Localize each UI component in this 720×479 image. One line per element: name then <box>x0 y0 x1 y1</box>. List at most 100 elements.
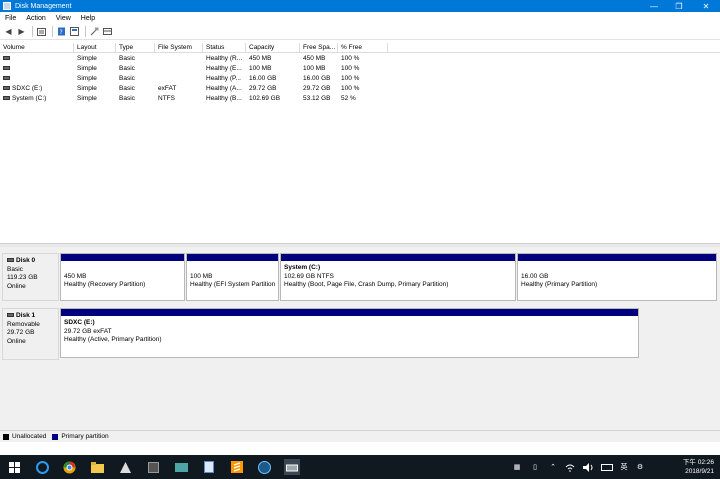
disk-name: Disk 1 <box>7 312 54 321</box>
input-method-indicator[interactable]: 英 <box>619 455 629 479</box>
list-icon[interactable] <box>36 26 47 37</box>
partition-info: SDXC (E:) 29.72 GB exFAT Healthy (Active… <box>61 316 638 345</box>
column-percent-free[interactable]: % Free <box>338 43 388 53</box>
partition-primary-16gb[interactable]: 16.00 GB Healthy (Primary Partition) <box>517 253 717 301</box>
primary-partition-bar <box>187 254 278 261</box>
partition-system-c[interactable]: System (C:) 102.69 GB NTFS Healthy (Boot… <box>280 253 516 301</box>
maximize-button[interactable]: ❐ <box>667 0 691 12</box>
partition-status: Healthy (EFI System Partition <box>190 281 276 288</box>
status-cell: Healthy (A... <box>206 85 242 92</box>
app-icon[interactable] <box>256 459 272 475</box>
menu-file[interactable]: File <box>0 15 21 22</box>
disk-1-label[interactable]: Disk 1 Removable 29.72 GB Online <box>2 308 59 360</box>
volume-name: System (C:) <box>12 95 47 102</box>
column-file-system[interactable]: File System <box>155 43 203 53</box>
partition-size: 100 MB <box>190 272 213 280</box>
system-clock[interactable]: 下午 02:26 2018/9/21 <box>683 458 714 476</box>
show-hidden-icons-icon[interactable]: ⌃ <box>548 455 558 479</box>
chrome-icon[interactable] <box>61 459 77 475</box>
primary-partition-bar <box>518 254 716 261</box>
file-explorer-icon[interactable] <box>89 459 105 475</box>
table-row[interactable]: Simple Basic Healthy (R... 450 MB 450 MB… <box>0 54 720 64</box>
close-button[interactable]: ✕ <box>694 0 718 12</box>
start-icon[interactable] <box>6 459 22 475</box>
disk-management-icon[interactable] <box>284 459 300 475</box>
partition-size: 450 MB <box>64 272 87 280</box>
volume-cell <box>0 64 74 74</box>
volume-cell: SDXC (E:) <box>0 84 74 94</box>
drive-icon <box>3 86 10 91</box>
percent-free-cell: 100 % <box>341 85 360 92</box>
volume-cell <box>0 74 74 84</box>
partition-info: 450 MB Healthy (Recovery Partition) <box>61 261 184 290</box>
menu-action[interactable]: Action <box>21 15 50 22</box>
layout-cell: Simple <box>77 55 97 62</box>
table-row[interactable]: Simple Basic Healthy (E... 100 MB 100 MB… <box>0 64 720 74</box>
table-row[interactable]: Simple Basic Healthy (P... 16.00 GB 16.0… <box>0 74 720 84</box>
partition-size: 16.00 GB <box>521 272 549 280</box>
clock-time: 下午 02:26 <box>682 459 714 466</box>
free-space-cell: 450 MB <box>303 55 326 62</box>
free-space-cell: 100 MB <box>303 65 326 72</box>
disk-0-label[interactable]: Disk 0 Basic 119.23 GB Online <box>2 253 59 301</box>
capacity-cell: 102.69 GB <box>249 95 281 102</box>
app-icon[interactable] <box>201 459 217 475</box>
layout-cell: Simple <box>77 95 97 102</box>
layout-cell: Simple <box>77 65 97 72</box>
percent-free-cell: 100 % <box>341 65 360 72</box>
help-icon[interactable]: ? <box>56 26 67 37</box>
volume-cell <box>0 54 74 64</box>
app-icon[interactable] <box>117 459 133 475</box>
properties-icon[interactable] <box>69 26 80 37</box>
people-icon[interactable]: ▦ <box>512 455 522 479</box>
table-row[interactable]: SDXC (E:) Simple Basic exFAT Healthy (A.… <box>0 84 720 94</box>
free-space-cell: 16.00 GB <box>303 75 331 82</box>
type-cell: Basic <box>119 55 135 62</box>
free-space-cell: 29.72 GB <box>303 85 331 92</box>
app-icon[interactable] <box>145 459 161 475</box>
volume-icon[interactable] <box>582 455 594 479</box>
type-cell: Basic <box>119 75 135 82</box>
column-volume[interactable]: Volume <box>0 43 74 53</box>
capacity-cell: 29.72 GB <box>249 85 277 92</box>
disk-size: 29.72 GB <box>7 329 35 336</box>
status-cell: Healthy (R... <box>206 55 243 62</box>
column-type[interactable]: Type <box>116 43 155 53</box>
column-capacity[interactable]: Capacity <box>246 43 300 53</box>
network-icon[interactable] <box>564 455 576 479</box>
app-icon[interactable] <box>173 459 189 475</box>
type-cell: Basic <box>119 85 135 92</box>
partition-efi[interactable]: 100 MB Healthy (EFI System Partition <box>186 253 279 301</box>
forward-icon[interactable]: ▶ <box>16 26 27 37</box>
disk-name: Disk 0 <box>7 257 54 266</box>
column-free-space[interactable]: Free Spa... <box>300 43 338 53</box>
unallocated-swatch <box>3 433 9 440</box>
column-layout[interactable]: Layout <box>74 43 116 53</box>
minimize-button[interactable]: — <box>642 0 666 12</box>
phone-icon[interactable]: ▯ <box>530 455 540 479</box>
free-space-cell: 53.12 GB <box>303 95 331 102</box>
disk-size: 119.23 GB <box>7 274 38 281</box>
app-tray-icon[interactable]: ⚙ <box>634 455 646 479</box>
disk-view-icon[interactable] <box>102 26 113 37</box>
disk-icon <box>7 258 14 263</box>
keyboard-icon[interactable] <box>600 455 614 479</box>
back-icon[interactable]: ◀ <box>3 26 14 37</box>
edge-icon[interactable] <box>34 459 50 475</box>
connect-icon[interactable] <box>89 26 100 37</box>
partition-recovery[interactable]: 450 MB Healthy (Recovery Partition) <box>60 253 185 301</box>
file-system-cell: exFAT <box>158 85 177 92</box>
volume-cell: System (C:) <box>0 94 74 104</box>
status-cell: Healthy (B... <box>206 95 242 102</box>
table-row[interactable]: System (C:) Simple Basic NTFS Healthy (B… <box>0 94 720 104</box>
sublime-icon[interactable] <box>229 459 245 475</box>
partition-title: SDXC (E:) <box>64 319 95 326</box>
column-status[interactable]: Status <box>203 43 246 53</box>
menu-view[interactable]: View <box>51 15 76 22</box>
layout-cell: Simple <box>77 85 97 92</box>
partition-sdxc-e[interactable]: SDXC (E:) 29.72 GB exFAT Healthy (Active… <box>60 308 639 358</box>
menu-help[interactable]: Help <box>76 15 100 22</box>
percent-free-cell: 100 % <box>341 55 360 62</box>
partition-status: Healthy (Primary Partition) <box>521 281 598 288</box>
file-system-cell: NTFS <box>158 95 175 102</box>
